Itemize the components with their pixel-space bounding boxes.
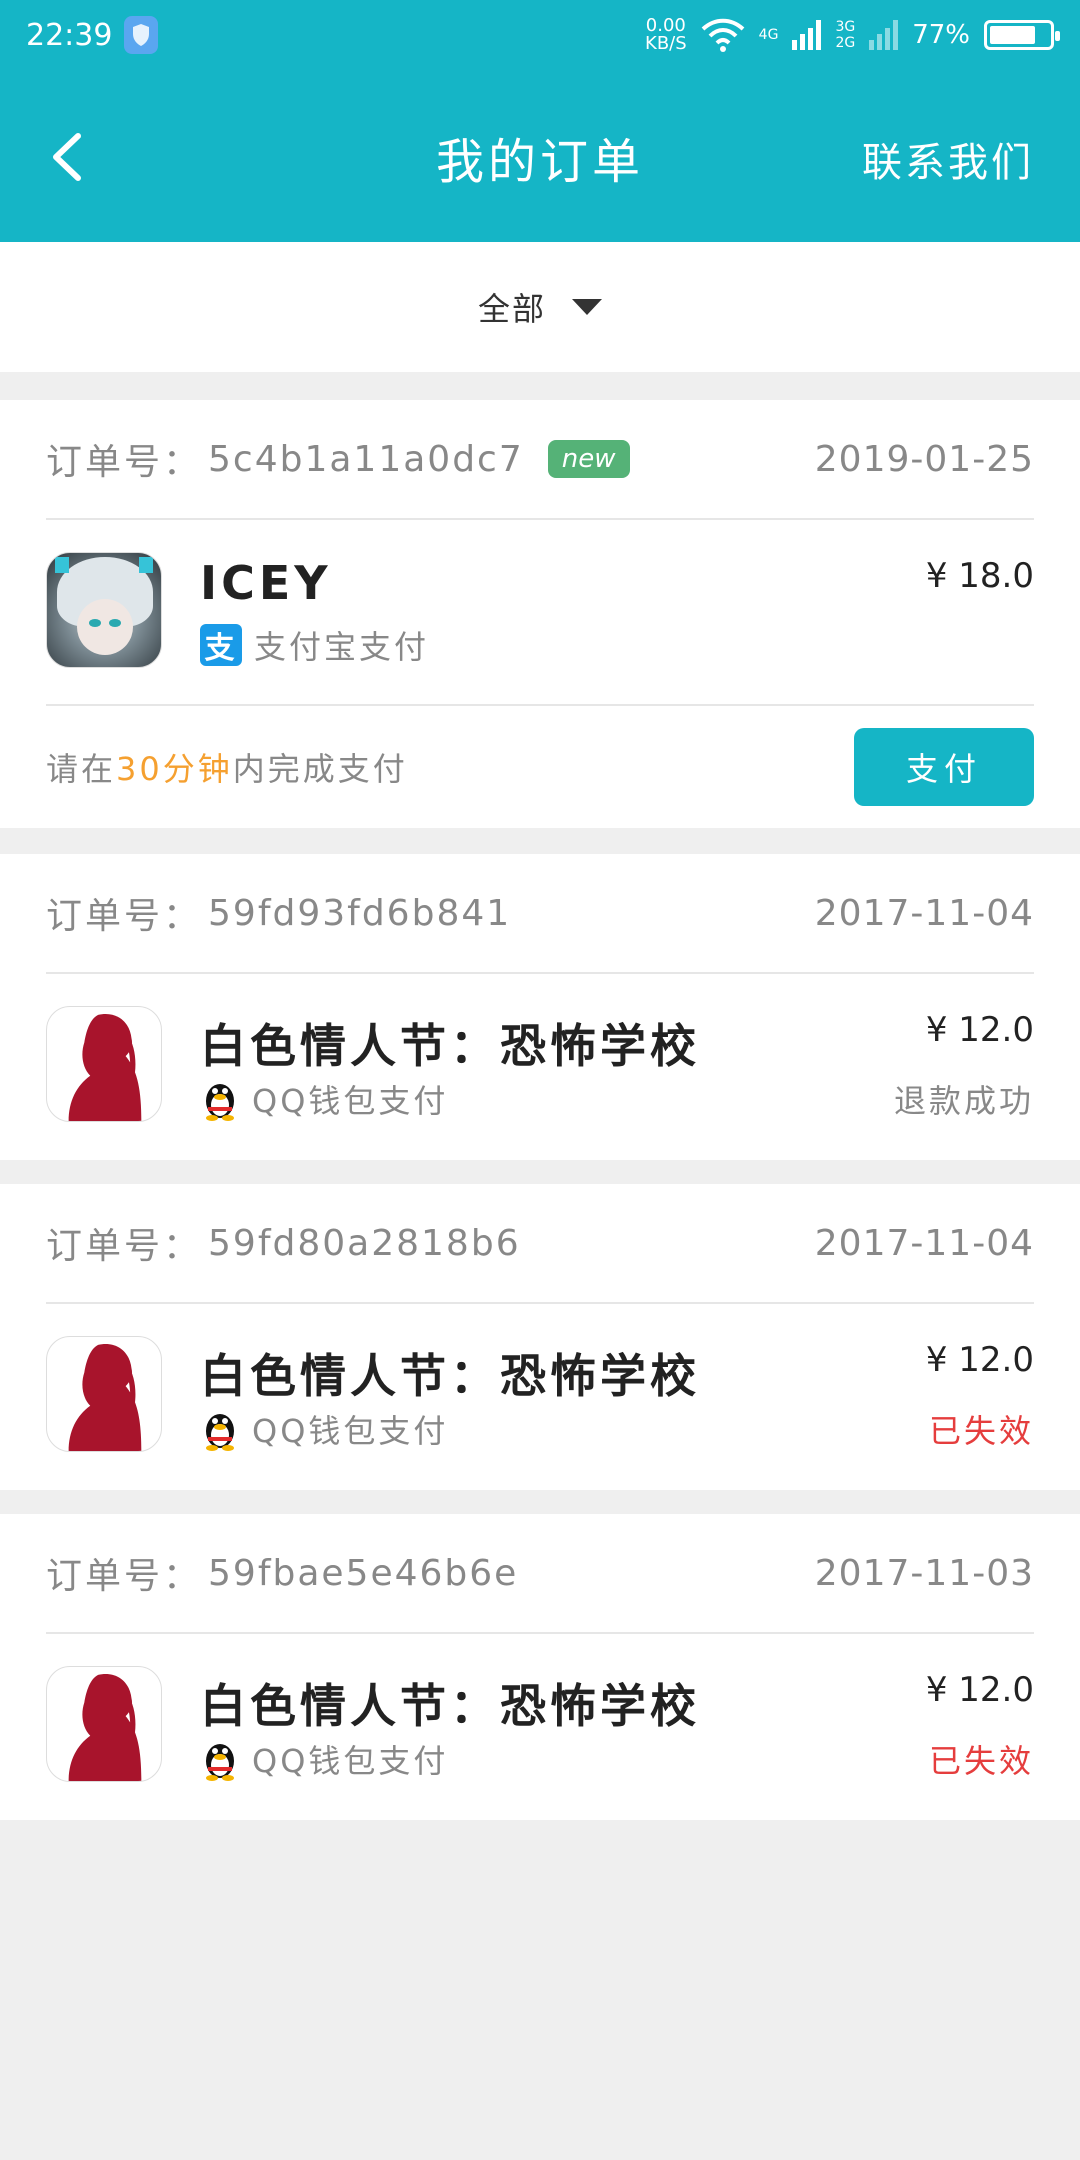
net-label-1: 4G <box>758 27 779 43</box>
product-title: 白色情人节：恐怖学校 <box>200 1019 700 1073</box>
order-card[interactable]: 订单号： 59fbae5e46b6e 2017-11-03 白色情人节：恐怖学校… <box>0 1514 1080 1820</box>
pay-method-label: QQ钱包支付 <box>252 1412 449 1450</box>
order-header: 订单号： 59fd80a2818b6 2017-11-04 <box>46 1184 1034 1304</box>
caret-down-icon <box>572 299 602 315</box>
order-no-label: 订单号： <box>46 442 203 483</box>
status-time: 22:39 <box>26 17 113 53</box>
order-item[interactable]: 白色情人节：恐怖学校 QQ钱包支付 ¥ 12.0 退款成功 <box>46 976 1034 1156</box>
order-no-label: 订单号： <box>46 1556 203 1597</box>
order-status: 已失效 <box>928 1742 1034 1780</box>
net-label-2: 3G 2G <box>835 19 856 51</box>
alipay-icon: 支 <box>200 624 242 666</box>
price: ¥ 18.0 <box>925 556 1034 596</box>
order-card[interactable]: 订单号： 59fd93fd6b841 2017-11-04 白色情人节：恐怖学校… <box>0 854 1080 1160</box>
filter-dropdown[interactable]: 全部 <box>0 242 1080 372</box>
qq-penguin-icon <box>206 1084 234 1121</box>
price: ¥ 12.0 <box>925 1670 1034 1710</box>
filter-label: 全部 <box>477 290 546 328</box>
qq-penguin-icon <box>206 1744 234 1781</box>
order-item[interactable]: ICEY 支 支付宝支付 ¥ 18.0 <box>46 522 1034 702</box>
product-thumbnail <box>46 552 162 668</box>
product-thumbnail <box>46 1666 162 1782</box>
pay-method: QQ钱包支付 <box>200 1736 448 1782</box>
shield-icon <box>124 16 159 54</box>
wifi-icon <box>701 18 745 52</box>
order-item[interactable]: 白色情人节：恐怖学校 QQ钱包支付 ¥ 12.0 已失效 <box>46 1306 1034 1486</box>
signal-icon-2 <box>869 20 899 50</box>
order-number: 59fd80a2818b6 <box>208 1222 521 1264</box>
top-bar: 22:39 0.00 KB/S 4G 3G 2G 77% 我的订单 联系我们 <box>0 0 1080 242</box>
order-number: 59fd93fd6b841 <box>208 892 512 934</box>
product-thumbnail <box>46 1006 162 1122</box>
net-speed: 0.00 KB/S <box>645 15 687 54</box>
pay-method: QQ钱包支付 <box>200 1076 448 1122</box>
pay-method-label: QQ钱包支付 <box>252 1082 449 1120</box>
product-title: 白色情人节：恐怖学校 <box>200 1679 700 1733</box>
order-number: 5c4b1a11a0dc7 <box>208 438 524 480</box>
order-card[interactable]: 订单号： 59fd80a2818b6 2017-11-04 白色情人节：恐怖学校… <box>0 1184 1080 1490</box>
order-no-label: 订单号： <box>46 1226 203 1267</box>
product-title: 白色情人节：恐怖学校 <box>200 1349 700 1403</box>
order-header: 订单号： 59fd93fd6b841 2017-11-04 <box>46 854 1034 974</box>
pay-method-label: QQ钱包支付 <box>252 1742 449 1780</box>
order-header: 订单号： 5c4b1a11a0dc7 new 2019-01-25 <box>46 400 1034 520</box>
order-date: 2019-01-25 <box>814 438 1034 480</box>
qq-penguin-icon <box>206 1414 234 1451</box>
order-status: 退款成功 <box>893 1082 1034 1120</box>
battery-icon <box>984 20 1060 50</box>
signal-icon <box>792 20 822 50</box>
order-item[interactable]: 白色情人节：恐怖学校 QQ钱包支付 ¥ 12.0 已失效 <box>46 1636 1034 1816</box>
battery-percent: 77% <box>912 20 970 50</box>
nav-bar: 我的订单 联系我们 <box>0 96 1080 218</box>
order-number: 59fbae5e46b6e <box>208 1552 519 1594</box>
pay-button[interactable]: 支付 <box>854 728 1034 806</box>
price: ¥ 12.0 <box>925 1010 1034 1050</box>
order-date: 2017-11-04 <box>814 1222 1034 1264</box>
order-date: 2017-11-04 <box>814 892 1034 934</box>
pay-method: QQ钱包支付 <box>200 1406 448 1452</box>
order-date: 2017-11-03 <box>814 1552 1034 1594</box>
order-header: 订单号： 59fbae5e46b6e 2017-11-03 <box>46 1514 1034 1634</box>
product-title: ICEY <box>200 556 332 610</box>
order-status: 已失效 <box>928 1412 1034 1450</box>
pay-method: 支 支付宝支付 <box>200 622 429 668</box>
price: ¥ 12.0 <box>925 1340 1034 1380</box>
product-thumbnail <box>46 1336 162 1452</box>
order-footer: 请在30分钟内完成支付 支付 <box>46 704 1034 828</box>
status-bar: 22:39 0.00 KB/S 4G 3G 2G 77% <box>0 0 1080 70</box>
new-badge: new <box>547 440 630 478</box>
pay-method-label: 支付宝支付 <box>254 628 430 666</box>
order-no-label: 订单号： <box>46 896 203 937</box>
payment-hint: 请在30分钟内完成支付 <box>46 750 408 788</box>
contact-us-button[interactable]: 联系我们 <box>862 130 1034 188</box>
order-card[interactable]: 订单号： 5c4b1a11a0dc7 new 2019-01-25 ICEY 支… <box>0 400 1080 828</box>
